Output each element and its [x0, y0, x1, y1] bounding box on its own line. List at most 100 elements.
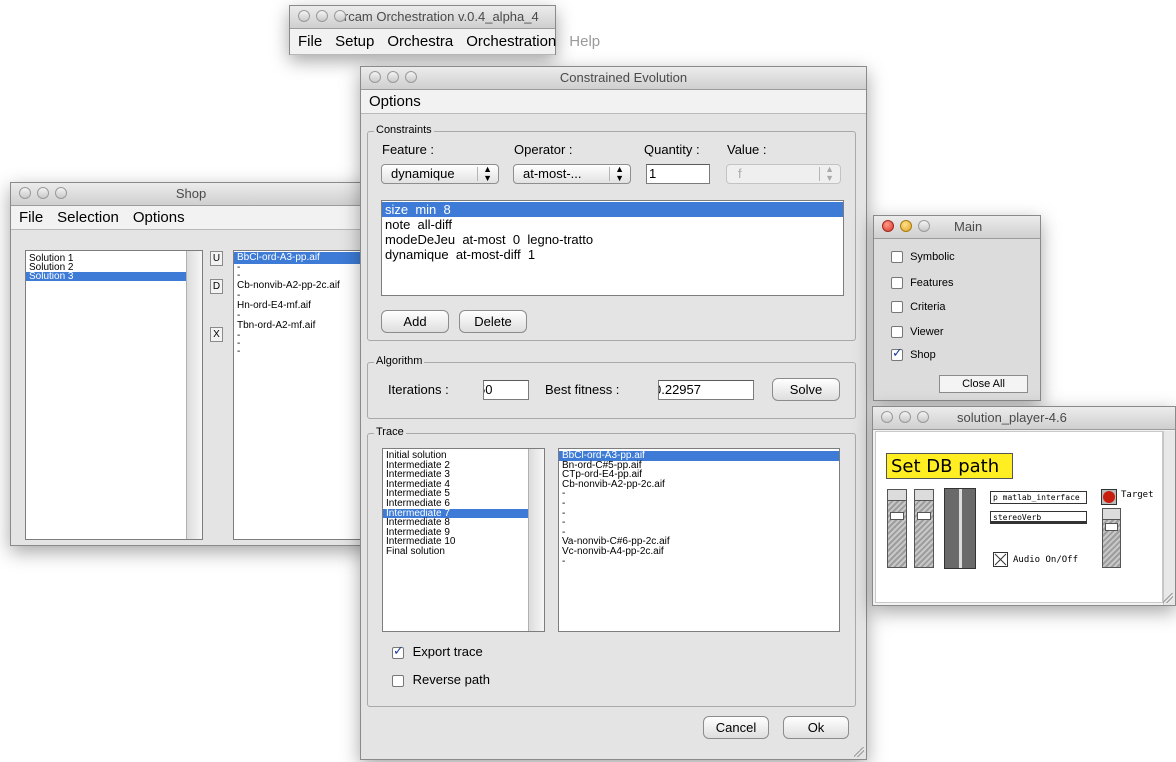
quantity-field[interactable]: 1: [646, 164, 710, 184]
close-icon[interactable]: [298, 10, 310, 22]
list-item[interactable]: -: [234, 291, 372, 301]
resize-grip-icon[interactable]: [1163, 593, 1173, 603]
reverse-path-checkbox[interactable]: Reverse path: [392, 672, 490, 687]
close-icon[interactable]: [881, 411, 893, 423]
slider-knob[interactable]: [917, 512, 931, 520]
list-item[interactable]: modeDeJeu at-most 0 legno-tratto: [382, 232, 843, 247]
list-item[interactable]: -: [234, 271, 372, 281]
main-item-symbolic[interactable]: Symbolic: [891, 251, 955, 264]
resize-grip-icon[interactable]: [854, 747, 864, 757]
checkbox-icon[interactable]: [891, 277, 903, 290]
menu-options[interactable]: Options: [369, 93, 421, 110]
slider-knob[interactable]: [1105, 523, 1118, 531]
checkbox-icon[interactable]: [891, 251, 903, 264]
constrained-titlebar[interactable]: Constrained Evolution: [361, 67, 866, 90]
ok-button[interactable]: Ok: [783, 716, 849, 739]
close-icon[interactable]: [882, 220, 894, 232]
solve-button[interactable]: Solve: [772, 378, 840, 401]
zoom-icon[interactable]: [917, 411, 929, 423]
add-button[interactable]: Add: [381, 310, 449, 333]
menu-setup[interactable]: Setup: [335, 33, 374, 50]
operator-select[interactable]: at-most-... ▲ ▼: [513, 164, 631, 184]
minimize-icon[interactable]: [37, 187, 49, 199]
constraints-list[interactable]: size min 8 note all-diff modeDeJeu at-mo…: [381, 200, 844, 296]
scrollbar[interactable]: [528, 449, 544, 631]
list-item[interactable]: -: [234, 263, 372, 273]
list-item-selected[interactable]: size min 8: [382, 202, 843, 217]
player-titlebar[interactable]: solution_player-4.6: [873, 407, 1175, 430]
menu-options[interactable]: Options: [133, 209, 185, 226]
checkbox-icon[interactable]: [392, 674, 404, 687]
main-item-features[interactable]: Features: [891, 277, 953, 290]
move-down-button[interactable]: D: [210, 279, 223, 294]
target-toggle[interactable]: [1101, 489, 1117, 505]
zoom-icon[interactable]: [918, 220, 930, 232]
zoom-icon[interactable]: [55, 187, 67, 199]
list-item[interactable]: -: [234, 347, 372, 357]
checkbox-checked-icon[interactable]: ✓: [392, 643, 404, 659]
main-item-criteria[interactable]: Criteria: [891, 301, 946, 314]
zoom-icon[interactable]: [334, 10, 346, 22]
move-up-button[interactable]: U: [210, 251, 223, 266]
list-item[interactable]: -: [559, 499, 839, 509]
menu-selection[interactable]: Selection: [57, 209, 119, 226]
main-titlebar[interactable]: Main: [874, 216, 1040, 239]
shop-titlebar[interactable]: Shop: [11, 183, 371, 206]
list-item[interactable]: Final solution: [383, 547, 544, 557]
checkbox-icon[interactable]: [891, 326, 903, 339]
slider-knob[interactable]: [890, 512, 904, 520]
list-item[interactable]: Tbn-ord-A2-mf.aif: [234, 320, 372, 332]
player-scrollbar[interactable]: [1163, 431, 1175, 605]
zoom-icon[interactable]: [405, 71, 417, 83]
trace-steps-list[interactable]: Initial solution Intermediate 2 Intermed…: [382, 448, 545, 632]
delete-button[interactable]: Delete: [459, 310, 527, 333]
minimize-icon[interactable]: [899, 411, 911, 423]
app-titlebar[interactable]: Ircam Orchestration v.0.4_alpha_4: [290, 6, 555, 29]
matlab-interface-object[interactable]: p matlab_interface: [990, 491, 1087, 504]
volume-slider-left[interactable]: [887, 489, 907, 568]
remove-button[interactable]: X: [210, 327, 223, 342]
menu-orchestration[interactable]: Orchestration: [466, 33, 556, 50]
solutions-list[interactable]: Solution 1 Solution 2 Solution 3: [25, 250, 203, 540]
list-item[interactable]: -: [234, 331, 372, 341]
list-item[interactable]: -: [234, 311, 372, 321]
list-item[interactable]: -: [559, 489, 839, 499]
close-all-button[interactable]: Close All: [939, 375, 1028, 393]
list-item-selected[interactable]: BbCl-ord-A3-pp.aif: [234, 252, 372, 264]
iterations-field[interactable]: 50: [483, 380, 529, 400]
list-item-selected[interactable]: Solution 3: [26, 272, 202, 282]
list-item[interactable]: Hn-ord-E4-mf.aif: [234, 300, 372, 312]
list-item[interactable]: dynamique at-most-diff 1: [382, 247, 843, 262]
set-db-path-button[interactable]: Set DB path: [886, 453, 1013, 479]
stereo-verb-object[interactable]: stereoVerb: [990, 511, 1087, 524]
list-item[interactable]: Cb-nonvib-A2-pp-2c.aif: [234, 280, 372, 292]
list-item[interactable]: Cb-nonvib-A2-pp-2c.aif: [559, 479, 839, 490]
list-item[interactable]: -: [559, 556, 839, 567]
fitness-field[interactable]: 0.22957: [658, 380, 754, 400]
trace-files-list[interactable]: BbCl-ord-A3-pp.aif Bn-ord-C#5-pp.aif CTp…: [558, 448, 840, 632]
volume-slider-right[interactable]: [914, 489, 934, 568]
value-select[interactable]: f ▲ ▼: [726, 164, 841, 184]
close-icon[interactable]: [369, 71, 381, 83]
list-item[interactable]: -: [234, 339, 372, 349]
shop-files-list[interactable]: BbCl-ord-A3-pp.aif - - Cb-nonvib-A2-pp-2…: [233, 250, 373, 540]
scrollbar[interactable]: [186, 251, 202, 539]
minimize-icon[interactable]: [900, 220, 912, 232]
checkbox-icon[interactable]: [891, 301, 903, 314]
close-icon[interactable]: [19, 187, 31, 199]
export-trace-checkbox[interactable]: ✓ Export trace: [392, 643, 483, 659]
list-item[interactable]: -: [559, 508, 839, 519]
minimize-icon[interactable]: [316, 10, 328, 22]
list-item[interactable]: Vc-nonvib-A4-pp-2c.aif: [559, 547, 839, 557]
feature-select[interactable]: dynamique ▲ ▼: [381, 164, 499, 184]
cancel-button[interactable]: Cancel: [703, 716, 769, 739]
main-item-shop[interactable]: ✓ Shop: [891, 346, 936, 362]
menu-help[interactable]: Help: [569, 33, 600, 50]
list-item[interactable]: note all-diff: [382, 217, 843, 232]
audio-toggle[interactable]: [993, 552, 1008, 567]
target-slider[interactable]: [1102, 508, 1121, 568]
menu-orchestra[interactable]: Orchestra: [387, 33, 453, 50]
menu-file[interactable]: File: [19, 209, 43, 226]
list-item[interactable]: -: [559, 518, 839, 528]
minimize-icon[interactable]: [387, 71, 399, 83]
